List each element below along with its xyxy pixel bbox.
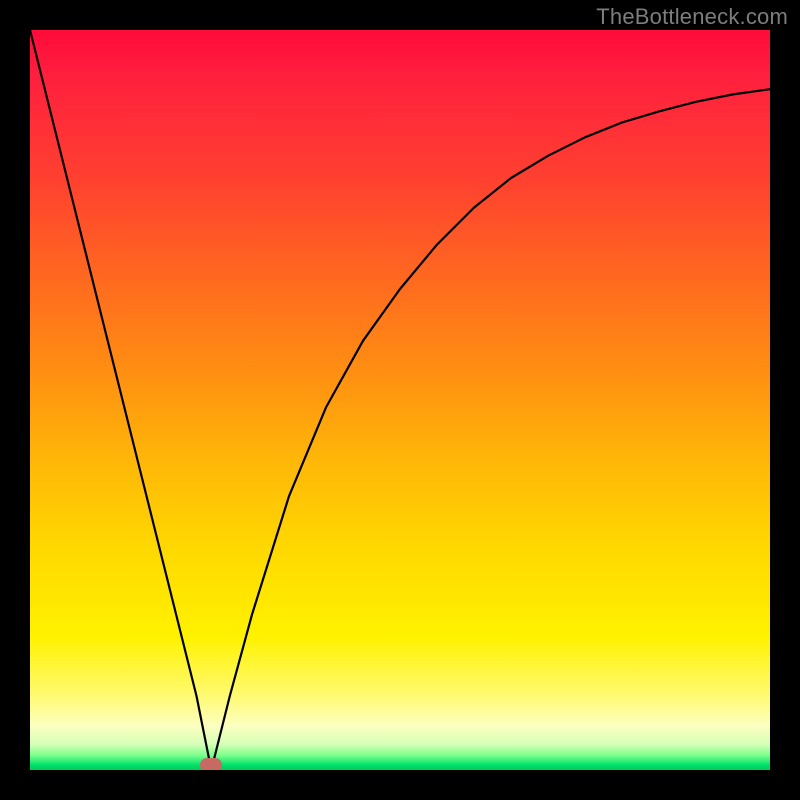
watermark-text: TheBottleneck.com [596, 4, 788, 30]
bottleneck-curve [30, 30, 770, 770]
chart-frame: TheBottleneck.com [0, 0, 800, 800]
plot-area [30, 30, 770, 770]
optimum-marker [200, 758, 222, 770]
